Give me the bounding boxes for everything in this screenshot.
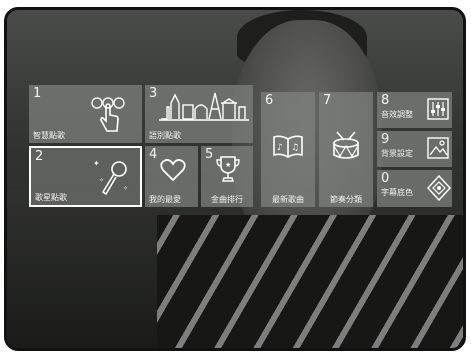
tile-label: 最新歌曲 <box>272 195 304 204</box>
microphone-stars-icon: ✦ ✧ ✧ <box>93 159 128 196</box>
menu-tile-sound-effects[interactable]: 8 音效調整 <box>377 92 452 128</box>
tile-number: 8 <box>381 93 390 108</box>
tile-number: 7 <box>323 93 332 108</box>
tile-number: 9 <box>381 132 390 147</box>
tile-label: 歌星點歌 <box>35 193 67 202</box>
tile-label: 語別點歌 <box>149 131 181 140</box>
menu-tile-hit-chart[interactable]: 5 ★ 金曲排行 <box>201 146 253 207</box>
music-book-icon: ♪ ♫ <box>273 135 303 158</box>
svg-text:★: ★ <box>225 161 231 169</box>
svg-text:✧: ✧ <box>123 185 128 192</box>
menu-tile-smart-search[interactable]: 1 智慧點歌 <box>29 85 142 143</box>
tile-number: 6 <box>265 93 274 108</box>
tile-number: 0 <box>381 171 390 186</box>
heart-icon <box>160 159 186 182</box>
color-diamond-icon <box>426 174 452 202</box>
tile-label: 金曲排行 <box>211 195 243 204</box>
tile-number: 3 <box>149 86 158 101</box>
menu-tile-rhythm[interactable]: 7 節奏分類 <box>319 92 373 207</box>
touch-hand-icon <box>91 97 125 132</box>
tile-number: 5 <box>205 147 214 162</box>
tv-screen: 1 智慧點歌 2 ✦ ✧ ✧ 歌星點歌 3 語別點歌 4 我的最愛 5 ★ 金曲… <box>4 7 466 351</box>
trophy-icon: ★ <box>216 156 240 182</box>
tile-label: 音效調整 <box>381 110 413 119</box>
svg-text:♫: ♫ <box>291 143 299 153</box>
menu-tile-singer-search[interactable]: 2 ✦ ✧ ✧ 歌星點歌 <box>29 146 142 207</box>
tile-label: 背景設定 <box>381 149 413 158</box>
tile-label: 節奏分類 <box>330 195 362 204</box>
tile-label: 字幕底色 <box>381 188 413 197</box>
menu-tile-new-songs[interactable]: 6 ♪ ♫ 最新歌曲 <box>261 92 315 207</box>
menu-tile-background-settings[interactable]: 9 背景設定 <box>377 131 452 167</box>
drum-icon <box>333 131 359 159</box>
picture-icon <box>427 137 449 159</box>
tile-number: 4 <box>149 147 158 162</box>
tile-number: 2 <box>35 149 44 164</box>
tile-label: 我的最愛 <box>149 195 181 204</box>
tile-label: 智慧點歌 <box>33 131 65 140</box>
svg-text:✧: ✧ <box>99 177 104 184</box>
svg-text:✦: ✦ <box>93 159 100 168</box>
tile-number: 1 <box>33 86 42 101</box>
menu-tile-favorites[interactable]: 4 我的最愛 <box>145 146 198 207</box>
svg-text:♪: ♪ <box>277 143 283 153</box>
world-landmarks-icon <box>159 92 249 121</box>
menu-tile-language-search[interactable]: 3 語別點歌 <box>145 85 253 143</box>
equalizer-icon <box>427 98 449 120</box>
menu-tile-subtitle-color[interactable]: 0 字幕底色 <box>377 170 452 207</box>
